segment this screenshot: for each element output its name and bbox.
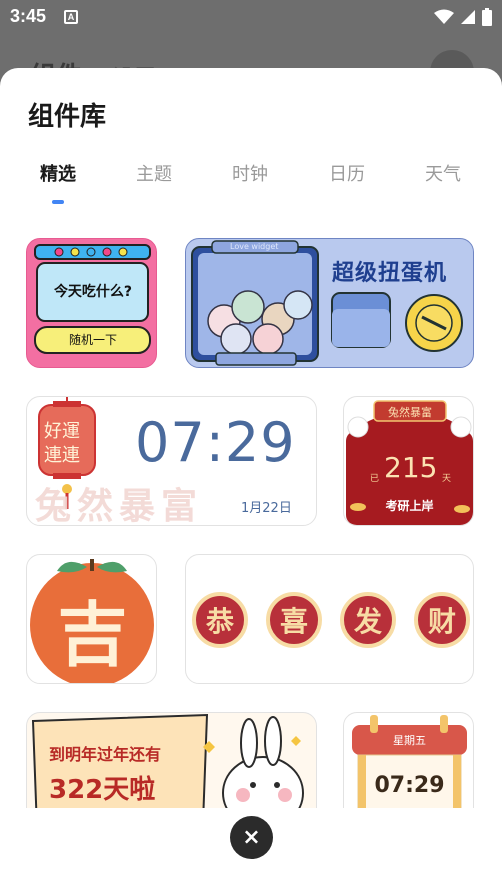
blessing-circle-2: 喜 — [266, 592, 322, 648]
close-button[interactable]: × — [230, 816, 273, 859]
tab-weather[interactable]: 天气 — [425, 160, 461, 186]
widget-blessings[interactable]: 恭 喜 发 财 — [185, 554, 474, 684]
sheet-title: 组件库 — [28, 102, 107, 132]
cellular-signal-icon — [461, 10, 475, 24]
clock-time: 07:29 — [135, 411, 296, 474]
tab-featured[interactable]: 精选 — [40, 160, 76, 186]
clock-date: 1月22日 — [241, 501, 292, 516]
food-picker-art — [34, 244, 151, 354]
widget-lucky-clock[interactable]: 好運 連連 07:29 兔然暴富 1月22日 — [26, 396, 317, 526]
status-bar: 3:45 A — [0, 0, 502, 34]
calendar-weekday: 星期五 — [393, 734, 426, 747]
food-headline: 今天吃什么? — [53, 284, 133, 300]
battery-icon — [482, 8, 492, 26]
newyear-line2: 322天啦 — [49, 775, 156, 805]
orange-glyph: 吉 — [57, 594, 128, 676]
wifi-icon — [434, 9, 454, 24]
countdown-caption: 考研上岸 — [385, 499, 434, 513]
blessing-circle-3: 发 — [340, 592, 396, 648]
widget-food-picker[interactable]: 今天吃什么? 随机一下 — [26, 238, 157, 368]
gacha-tag: Love widget — [230, 242, 279, 251]
watermark-text: 兔然暴富 — [35, 486, 204, 526]
blessing-char-2: 喜 — [279, 605, 308, 638]
active-tab-indicator — [52, 200, 64, 204]
countdown-prefix: 已 — [370, 474, 380, 484]
notification-icon: A — [64, 10, 78, 24]
widget-exam-countdown[interactable]: 兔然暴富 已 215 天 考研上岸 — [343, 396, 474, 526]
status-time: 3:45 — [10, 6, 47, 26]
gacha-title: 超级扭蛋机 — [332, 261, 448, 286]
blessing-char-3: 发 — [353, 605, 382, 638]
countdown-banner: 兔然暴富 — [388, 406, 432, 419]
charm-bottom-text: 連連 — [44, 445, 80, 466]
blessing-circle-1: 恭 — [192, 592, 248, 648]
widget-lucky-orange[interactable]: 吉 — [26, 554, 157, 684]
widget-gacha-machine[interactable]: Love widget 超级扭蛋机 — [185, 238, 474, 368]
widget-library-sheet: 组件库 精选 主题 时钟 日历 天气 今天吃什么? 随机一下 Love widg… — [0, 68, 502, 892]
countdown-suffix: 天 — [442, 474, 452, 484]
blessing-char-4: 财 — [427, 605, 456, 638]
blessing-char-1: 恭 — [205, 605, 234, 638]
tab-themes[interactable]: 主题 — [136, 160, 172, 186]
category-tabs: 精选 主题 时钟 日历 天气 — [0, 160, 502, 200]
random-button[interactable]: 随机一下 — [37, 331, 149, 348]
charm-top-text: 好運 — [44, 421, 80, 442]
countdown-number: 215 — [384, 451, 438, 484]
tab-calendar[interactable]: 日历 — [329, 160, 365, 186]
tab-clock[interactable]: 时钟 — [232, 160, 268, 186]
newyear-line1: 到明年过年还有 — [49, 745, 162, 764]
status-icons — [434, 8, 492, 26]
calendar-time: 07:29 — [374, 773, 445, 798]
blessing-circle-4: 财 — [414, 592, 470, 648]
